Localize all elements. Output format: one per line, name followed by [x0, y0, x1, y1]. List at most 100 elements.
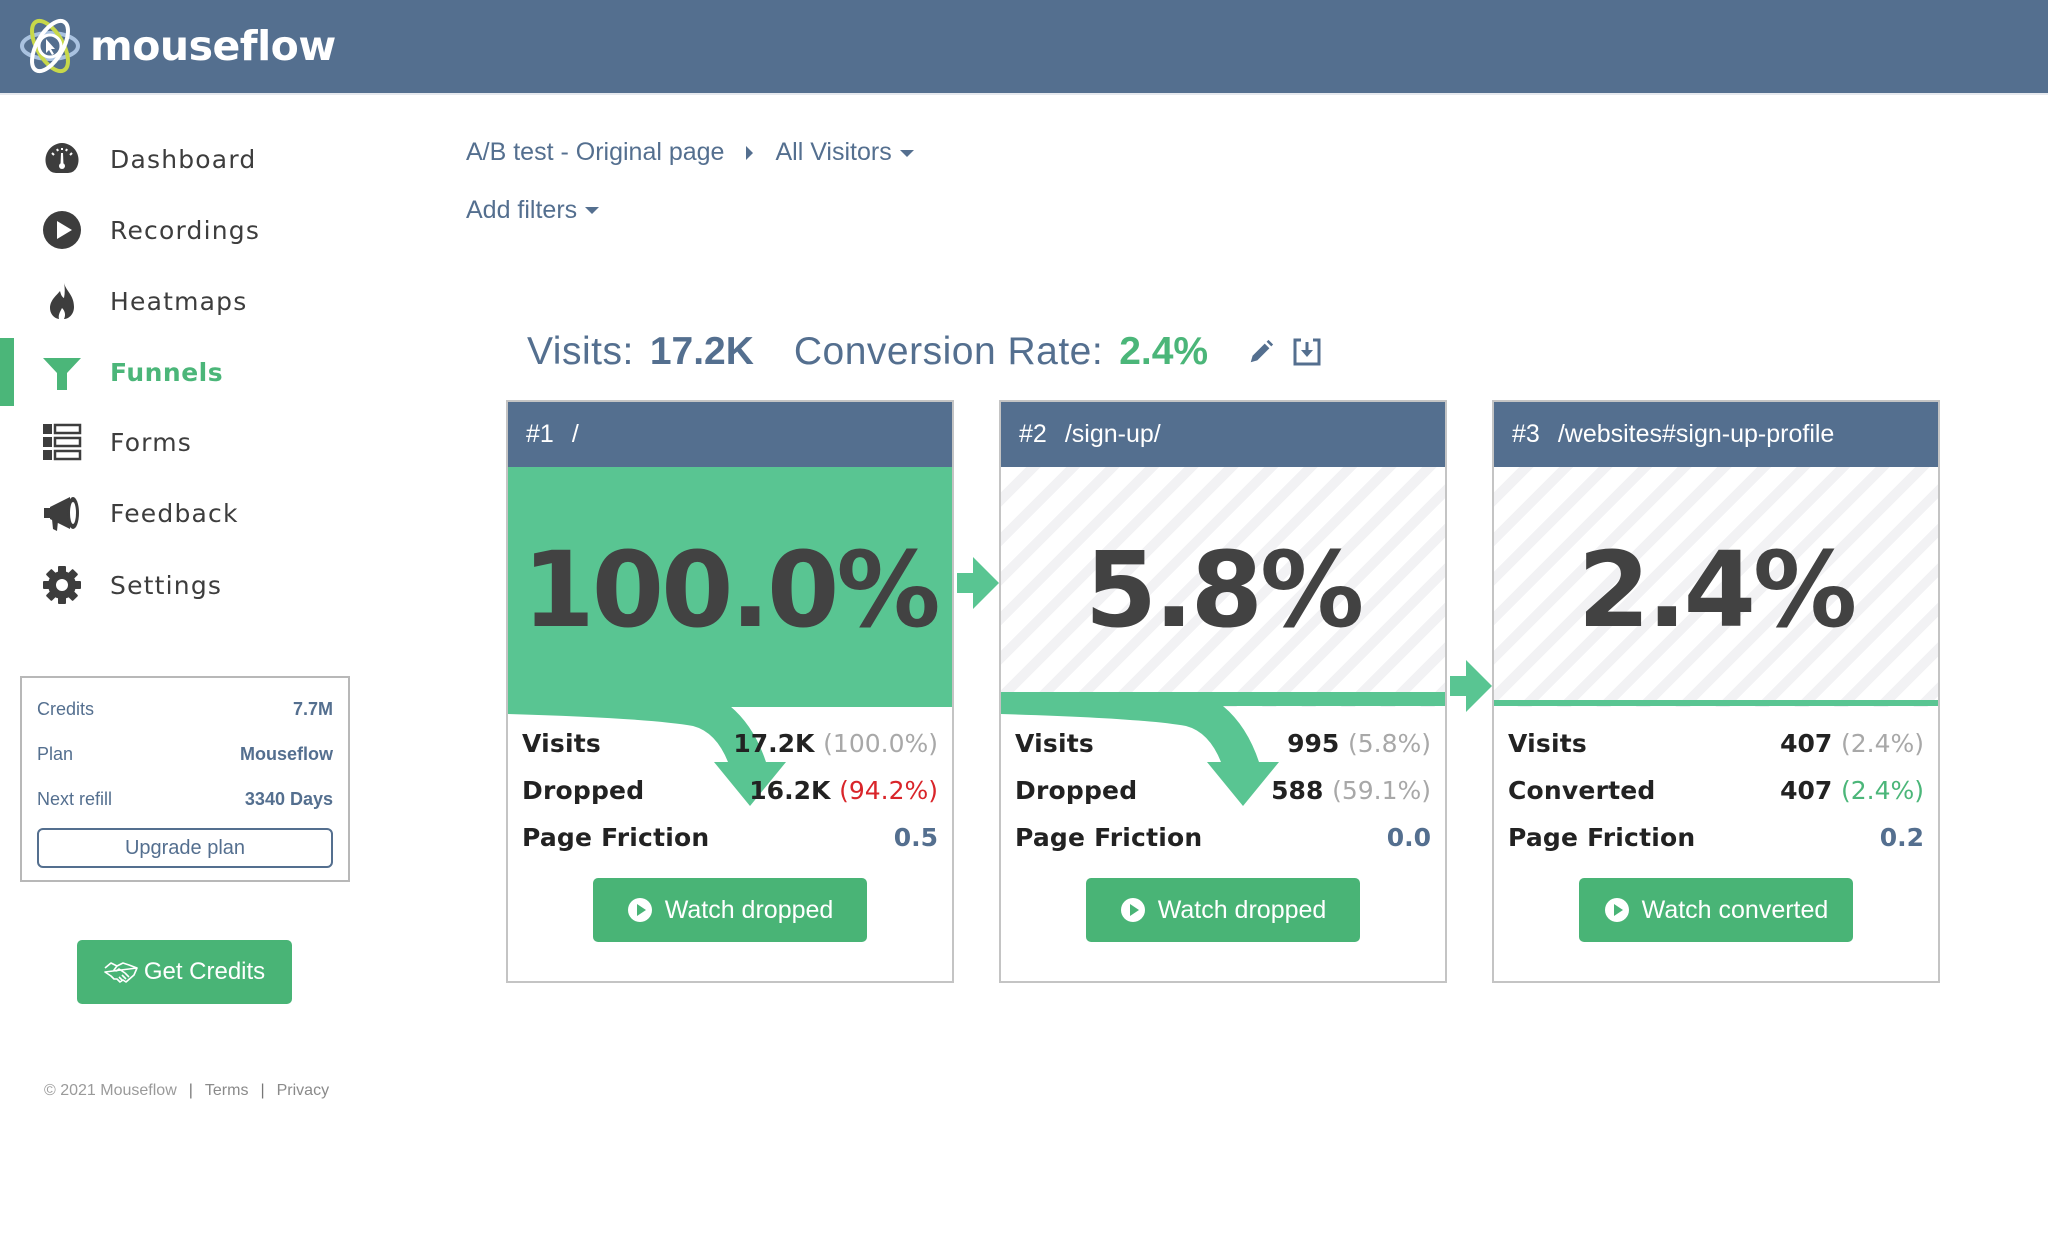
handshake-icon: [104, 962, 138, 983]
watch-dropped-button[interactable]: Watch dropped: [593, 878, 867, 942]
add-filters-label: Add filters: [466, 196, 578, 224]
stat-label: Page Friction: [522, 823, 710, 852]
step-header: #1 /: [508, 402, 952, 467]
step-url[interactable]: /: [572, 420, 579, 449]
footer: © 2021 Mouseflow | Terms | Privacy: [44, 1082, 329, 1100]
stat-count: 17.2K: [733, 729, 815, 758]
sidebar-item-label: Feedback: [110, 498, 239, 528]
play-circle-icon: [627, 898, 652, 922]
sidebar-item-label: Recordings: [110, 215, 261, 245]
sidebar: Dashboard Recordings Heatmaps Funnels Fo…: [0, 96, 380, 1237]
stat-value: 17.2K (100.0%): [733, 729, 938, 758]
stat-row-friction: Page Friction 0.0: [1015, 814, 1431, 861]
privacy-link[interactable]: Privacy: [277, 1082, 329, 1100]
export-button[interactable]: [1290, 335, 1324, 369]
watch-button-label: Watch dropped: [664, 895, 834, 924]
stat-count: 995: [1287, 729, 1340, 758]
visits-value: 17.2K: [649, 330, 754, 373]
step-number: #1: [526, 420, 554, 448]
gauge-icon: [41, 138, 83, 180]
conversion-rate-label: Conversion Rate:: [793, 330, 1104, 373]
stat-label: Visits: [1015, 729, 1094, 758]
pencil-icon: [1250, 339, 1274, 363]
sidebar-item-label: Funnels: [110, 357, 224, 387]
step-url[interactable]: /sign-up/: [1065, 420, 1161, 449]
credits-panel: Credits 7.7M Plan Mouseflow Next refill …: [20, 676, 350, 882]
step-percentage: 2.4%: [1577, 529, 1857, 651]
next-refill-value: 3340 Days: [244, 788, 333, 809]
stat-percent: (5.8%): [1347, 729, 1431, 758]
next-refill-row: Next refill 3340 Days: [37, 784, 333, 814]
page-friction-value: 0.2: [1879, 823, 1924, 852]
stat-label: Dropped: [1015, 776, 1138, 805]
funnel-step-card: #2 /sign-up/ 5.8% Visits 995 (5.8%) Drop…: [999, 400, 1447, 983]
edit-funnel-button[interactable]: [1244, 335, 1278, 369]
plan-value: Mouseflow: [240, 743, 333, 764]
watch-dropped-button[interactable]: Watch dropped: [1086, 878, 1360, 942]
step-header: #3 /websites#sign-up-profile: [1494, 402, 1938, 467]
add-filters-dropdown[interactable]: Add filters: [466, 196, 600, 225]
step-percentage: 5.8%: [1084, 529, 1364, 651]
step-percentage: 100.0%: [522, 529, 940, 651]
segment-label: All Visitors: [775, 138, 892, 166]
stat-label: Visits: [522, 729, 601, 758]
segment-dropdown[interactable]: All Visitors: [775, 138, 914, 167]
stat-row-visits: Visits 17.2K (100.0%): [522, 720, 938, 767]
sidebar-item-funnels[interactable]: Funnels: [0, 338, 300, 406]
upgrade-plan-button[interactable]: Upgrade plan: [37, 828, 333, 868]
mouseflow-logo[interactable]: mouseflow: [18, 14, 336, 78]
plan-row: Plan Mouseflow: [37, 739, 333, 769]
sidebar-item-recordings[interactable]: Recordings: [0, 196, 300, 264]
breadcrumb-page[interactable]: A/B test - Original page: [466, 138, 724, 167]
caret-down-icon: [585, 207, 600, 214]
caret-right-icon: [746, 145, 754, 160]
stat-row-dropped: Dropped 16.2K (94.2%): [522, 767, 938, 814]
funnel-summary: Visits: 17.2K Conversion Rate: 2.4%: [527, 330, 1336, 374]
footer-separator: |: [260, 1082, 265, 1099]
sidebar-item-heatmaps[interactable]: Heatmaps: [0, 267, 300, 335]
megaphone-icon: [41, 492, 83, 534]
step-stats: Visits 407 (2.4%) Converted 407 (2.4%) P…: [1508, 720, 1924, 861]
play-circle-icon: [41, 209, 83, 251]
form-list-icon: [41, 421, 83, 463]
step-number: #3: [1512, 420, 1540, 448]
sidebar-item-forms[interactable]: Forms: [0, 408, 300, 476]
conversion-rate-value: 2.4%: [1119, 330, 1209, 373]
stat-value: 16.2K (94.2%): [749, 776, 938, 805]
stat-percent: (2.4%): [1840, 729, 1924, 758]
stat-count: 407: [1780, 776, 1833, 805]
step-arrow-icon: [1450, 660, 1492, 712]
sidebar-item-label: Heatmaps: [110, 286, 248, 316]
watch-converted-button[interactable]: Watch converted: [1579, 878, 1853, 942]
stat-value: 995 (5.8%): [1287, 729, 1431, 758]
funnel-icon: [41, 351, 83, 393]
flame-icon: [41, 280, 83, 322]
stat-row-dropped: Dropped 588 (59.1%): [1015, 767, 1431, 814]
stat-count: 407: [1780, 729, 1833, 758]
visits-label: Visits:: [527, 330, 634, 373]
stat-count: 16.2K: [749, 776, 831, 805]
page-friction-value: 0.0: [1386, 823, 1431, 852]
stat-label: Visits: [1508, 729, 1587, 758]
sidebar-item-settings[interactable]: Settings: [0, 551, 300, 619]
terms-link[interactable]: Terms: [205, 1082, 249, 1100]
step-stats: Visits 17.2K (100.0%) Dropped 16.2K (94.…: [522, 720, 938, 861]
sidebar-item-feedback[interactable]: Feedback: [0, 479, 300, 547]
next-refill-label: Next refill: [37, 788, 113, 809]
top-header: mouseflow: [0, 0, 2048, 95]
credits-value: 7.7M: [292, 698, 333, 719]
get-credits-button[interactable]: Get Credits: [77, 940, 292, 1004]
stat-label: Dropped: [522, 776, 645, 805]
step-number: #2: [1019, 420, 1047, 448]
brand-name: mouseflow: [90, 22, 336, 70]
stat-percent: (2.4%): [1840, 776, 1924, 805]
stat-percent: (100.0%): [823, 729, 938, 758]
stat-label: Page Friction: [1508, 823, 1696, 852]
page-friction-value: 0.5: [893, 823, 938, 852]
play-circle-icon: [1120, 898, 1145, 922]
sidebar-item-dashboard[interactable]: Dashboard: [0, 125, 300, 193]
step-url[interactable]: /websites#sign-up-profile: [1558, 420, 1835, 449]
step-percentage-panel: 100.0%: [508, 467, 952, 707]
caret-down-icon: [899, 149, 914, 157]
gear-icon: [41, 564, 83, 606]
